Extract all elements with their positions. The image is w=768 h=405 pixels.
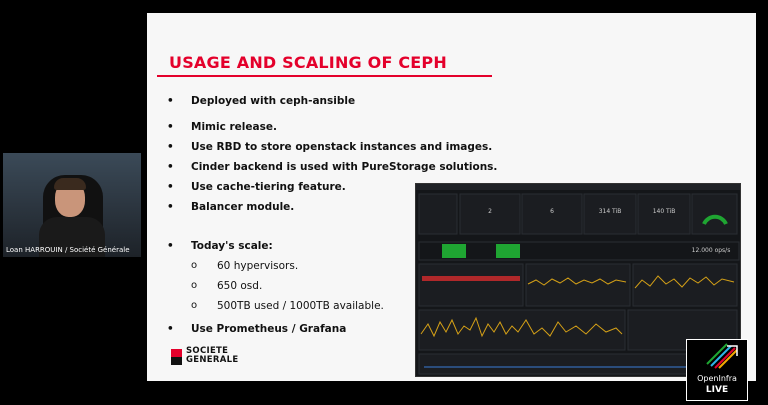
slide-title: USAGE AND SCALING OF CEPH <box>169 53 447 72</box>
logo-line-2: GENERALE <box>186 355 239 365</box>
logo-mark-icon <box>171 349 182 365</box>
stat-value: 2 <box>488 208 492 215</box>
openinfra-logo-icon <box>706 343 738 369</box>
badge-line-1: OpenInfra <box>697 374 737 383</box>
badge-line-2: LIVE <box>705 385 729 395</box>
presentation-slide: USAGE AND SCALING OF CEPH • Deployed with… <box>147 13 756 381</box>
stat-value: 6 <box>550 208 554 215</box>
speaker-caption: Loan HARROUIN / Société Générale <box>6 246 130 254</box>
stat-value: 12.000 ops/s <box>691 247 731 254</box>
stat-value: 140 TiB <box>652 208 676 215</box>
openinfra-live-badge: OpenInfra LIVE <box>686 339 748 401</box>
stat-value: 314 TiB <box>598 208 622 215</box>
speaker-video <box>3 153 141 257</box>
title-underline <box>157 75 492 77</box>
